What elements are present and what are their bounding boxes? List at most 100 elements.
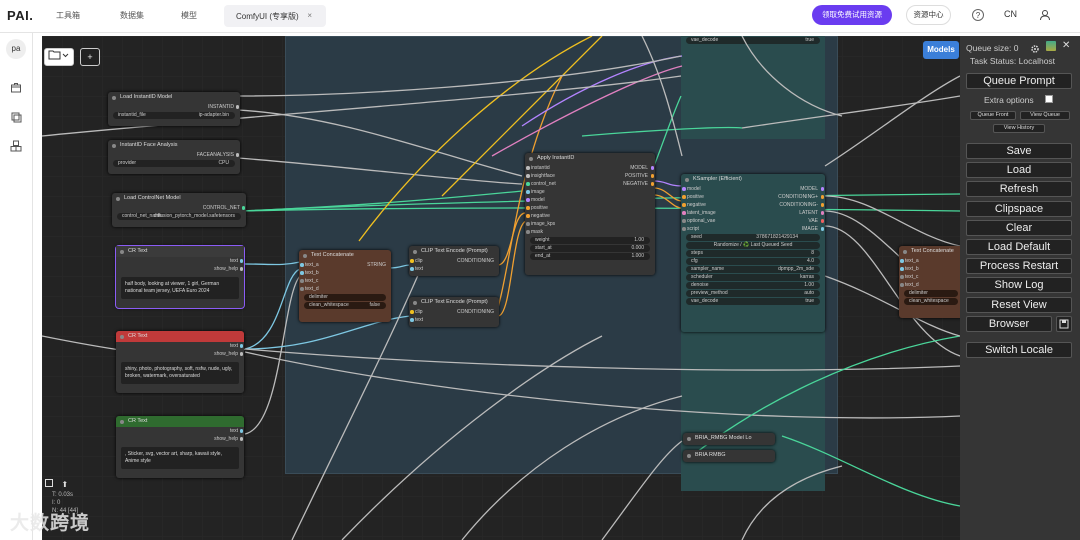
- view-queue-button[interactable]: View Queue: [1020, 111, 1070, 120]
- input-text[interactable]: text: [409, 265, 499, 273]
- help-icon[interactable]: ?: [972, 9, 984, 21]
- input-instantid[interactable]: instantid MODEL: [525, 164, 655, 172]
- widget-start-at[interactable]: start_at 0.000: [530, 245, 650, 252]
- reset-view-button[interactable]: Reset View: [966, 297, 1072, 313]
- clipspace-button[interactable]: Clipspace: [966, 201, 1072, 217]
- user-icon[interactable]: [1038, 8, 1052, 22]
- output-control-net[interactable]: CONTROL_NET: [112, 204, 246, 212]
- close-icon[interactable]: ×: [307, 11, 312, 20]
- models-button[interactable]: Models: [923, 41, 959, 59]
- input-insightface[interactable]: insightface POSITIVE: [525, 172, 655, 180]
- input-model[interactable]: model: [525, 196, 655, 204]
- pai-logo[interactable]: PAI.: [7, 8, 33, 23]
- output-faceanalysis[interactable]: FACEANALYSIS: [108, 151, 240, 159]
- node-bria-rmbg-loader[interactable]: BRIA_RMBG Model Lo: [683, 433, 775, 445]
- widget-clean-whitespace[interactable]: clean_whitespace false: [304, 302, 386, 309]
- extra-options-checkbox[interactable]: [1045, 95, 1053, 103]
- widget-clean-whitespace[interactable]: clean_whitespace: [904, 298, 958, 305]
- node-face-analysis[interactable]: InstantID Face Analysis FACEANALYSIS pro…: [108, 140, 240, 174]
- input-negative[interactable]: negative: [525, 212, 655, 220]
- widget-preview-method[interactable]: preview_method auto: [686, 290, 820, 297]
- input-optional-vae[interactable]: optional_vae VAE: [681, 217, 825, 225]
- nav-toolbox[interactable]: 工具箱: [56, 10, 80, 21]
- node-apply-instantid[interactable]: Apply InstantID instantid MODEL insightfa…: [525, 153, 655, 275]
- nav-models[interactable]: 模型: [181, 10, 197, 21]
- save-button[interactable]: Save: [966, 143, 1072, 159]
- text-area[interactable]: shiny, photo, photography, soft, nsfw, n…: [121, 362, 239, 384]
- switch-locale-button[interactable]: Switch Locale: [966, 342, 1072, 358]
- queue-front-button[interactable]: Queue Front: [970, 111, 1016, 120]
- widget-control-net-name[interactable]: control_net_name diffusion_pytorch_model.…: [117, 213, 241, 220]
- clear-button[interactable]: Clear: [966, 220, 1072, 236]
- process-restart-button[interactable]: Process Restart: [966, 258, 1072, 274]
- language-toggle[interactable]: CN: [1004, 9, 1017, 19]
- widget-cfg[interactable]: cfg 4.0: [686, 258, 820, 265]
- text-area[interactable]: , Sticker, svg, vector art, sharp, kawai…: [121, 447, 239, 469]
- output-show-help[interactable]: show_help: [116, 265, 244, 273]
- text-area[interactable]: half body, looking at viewer, 1 girl, Ge…: [121, 277, 239, 299]
- pin-icon[interactable]: ⬆: [61, 480, 68, 489]
- box-icon[interactable]: [10, 81, 22, 93]
- square-icon[interactable]: [45, 479, 53, 487]
- widget-denoise[interactable]: denoise 1.00: [686, 282, 820, 289]
- save-icon[interactable]: [1056, 316, 1072, 332]
- input-control-net[interactable]: control_net NEGATIVE: [525, 180, 655, 188]
- browser-button[interactable]: Browser: [966, 316, 1052, 332]
- resource-center-button[interactable]: 资源中心: [906, 5, 951, 25]
- input-mask[interactable]: mask: [525, 228, 655, 236]
- widget-steps[interactable]: steps 8: [686, 250, 820, 257]
- nav-datasets[interactable]: 数据集: [120, 10, 144, 21]
- input-text-d[interactable]: text_d: [299, 285, 391, 293]
- node-text-concatenate-2[interactable]: Text Concatenate text_a text_b text_c te…: [899, 246, 960, 318]
- node-text-concatenate-1[interactable]: Text Concatenate text_a STRING text_b tex…: [299, 250, 391, 322]
- widget-provider[interactable]: provider CPU: [113, 160, 235, 167]
- close-icon[interactable]: ✕: [1062, 41, 1072, 51]
- input-script[interactable]: script IMAGE: [681, 225, 825, 233]
- node-ksampler-efficient[interactable]: KSampler (Efficient) model MODEL positive…: [681, 174, 825, 332]
- node-clip-text-encode-2[interactable]: CLIP Text Encode (Prompt) clip CONDITIONI…: [409, 297, 499, 327]
- input-clip[interactable]: clip CONDITIONING: [409, 308, 499, 316]
- free-trial-button[interactable]: 领取免费试用资源: [812, 5, 892, 25]
- widget-vae-decode[interactable]: vae_decode true: [686, 298, 820, 305]
- folder-menu-button[interactable]: [44, 48, 74, 66]
- input-text-b[interactable]: text_b: [299, 269, 391, 277]
- input-model[interactable]: model MODEL: [681, 185, 825, 193]
- output-instantid[interactable]: INSTANTID: [108, 103, 240, 111]
- load-default-button[interactable]: Load Default: [966, 239, 1072, 255]
- input-positive[interactable]: positive CONDITIONING+: [681, 193, 825, 201]
- widget-scheduler[interactable]: scheduler karras: [686, 274, 820, 281]
- node-canvas[interactable]: vae_decode true Load InstantID Model INS…: [42, 36, 960, 540]
- node-clip-text-encode-1[interactable]: CLIP Text Encode (Prompt) clip CONDITIONI…: [409, 246, 499, 276]
- output-text[interactable]: text: [116, 342, 244, 350]
- queue-prompt-button[interactable]: Queue Prompt: [966, 73, 1072, 89]
- input-latent-image[interactable]: latent_image LATENT: [681, 209, 825, 217]
- node-load-instantid[interactable]: Load InstantID Model INSTANTID instantid…: [108, 92, 240, 126]
- tab-comfyui[interactable]: ComfyUI (专享版) ×: [224, 5, 326, 27]
- randomize-seed-button[interactable]: Randomize / ♻️ Last Queued Seed: [686, 242, 820, 249]
- refresh-button[interactable]: Refresh: [966, 181, 1072, 197]
- layers-icon[interactable]: [10, 110, 22, 123]
- image-icon[interactable]: [1046, 41, 1056, 51]
- gear-icon[interactable]: [1030, 41, 1040, 53]
- avatar[interactable]: pa: [6, 39, 26, 59]
- widget-weight[interactable]: weight 1.00: [530, 237, 650, 244]
- node-cr-text-2[interactable]: CR Text text show_help shiny, photo, pho…: [116, 331, 244, 393]
- node-cr-text-3[interactable]: CR Text text show_help , Sticker, svg, v…: [116, 416, 244, 478]
- input-image-kps[interactable]: image_kps: [525, 220, 655, 228]
- output-text[interactable]: text: [116, 257, 244, 265]
- output-show-help[interactable]: show_help: [116, 350, 244, 358]
- widget-delimiter[interactable]: delimiter: [304, 294, 386, 301]
- input-image[interactable]: image: [525, 188, 655, 196]
- widget-seed[interactable]: seed 378671821429134: [686, 234, 820, 241]
- widget-sampler-name[interactable]: sampler_name dpmpp_2m_sde: [686, 266, 820, 273]
- node-load-controlnet[interactable]: Load ControlNet Model CONTROL_NET contro…: [112, 193, 246, 227]
- input-positive[interactable]: positive: [525, 204, 655, 212]
- input-text-c[interactable]: text_c: [299, 277, 391, 285]
- widget-end-at[interactable]: end_at 1.000: [530, 253, 650, 260]
- output-text[interactable]: text: [116, 427, 244, 435]
- input-text-d[interactable]: text_d: [899, 281, 960, 289]
- input-text[interactable]: text: [409, 316, 499, 324]
- widget-delimiter[interactable]: delimiter: [904, 290, 958, 297]
- show-log-button[interactable]: Show Log: [966, 277, 1072, 293]
- node-cr-text-1[interactable]: CR Text text show_help half body, lookin…: [115, 245, 245, 309]
